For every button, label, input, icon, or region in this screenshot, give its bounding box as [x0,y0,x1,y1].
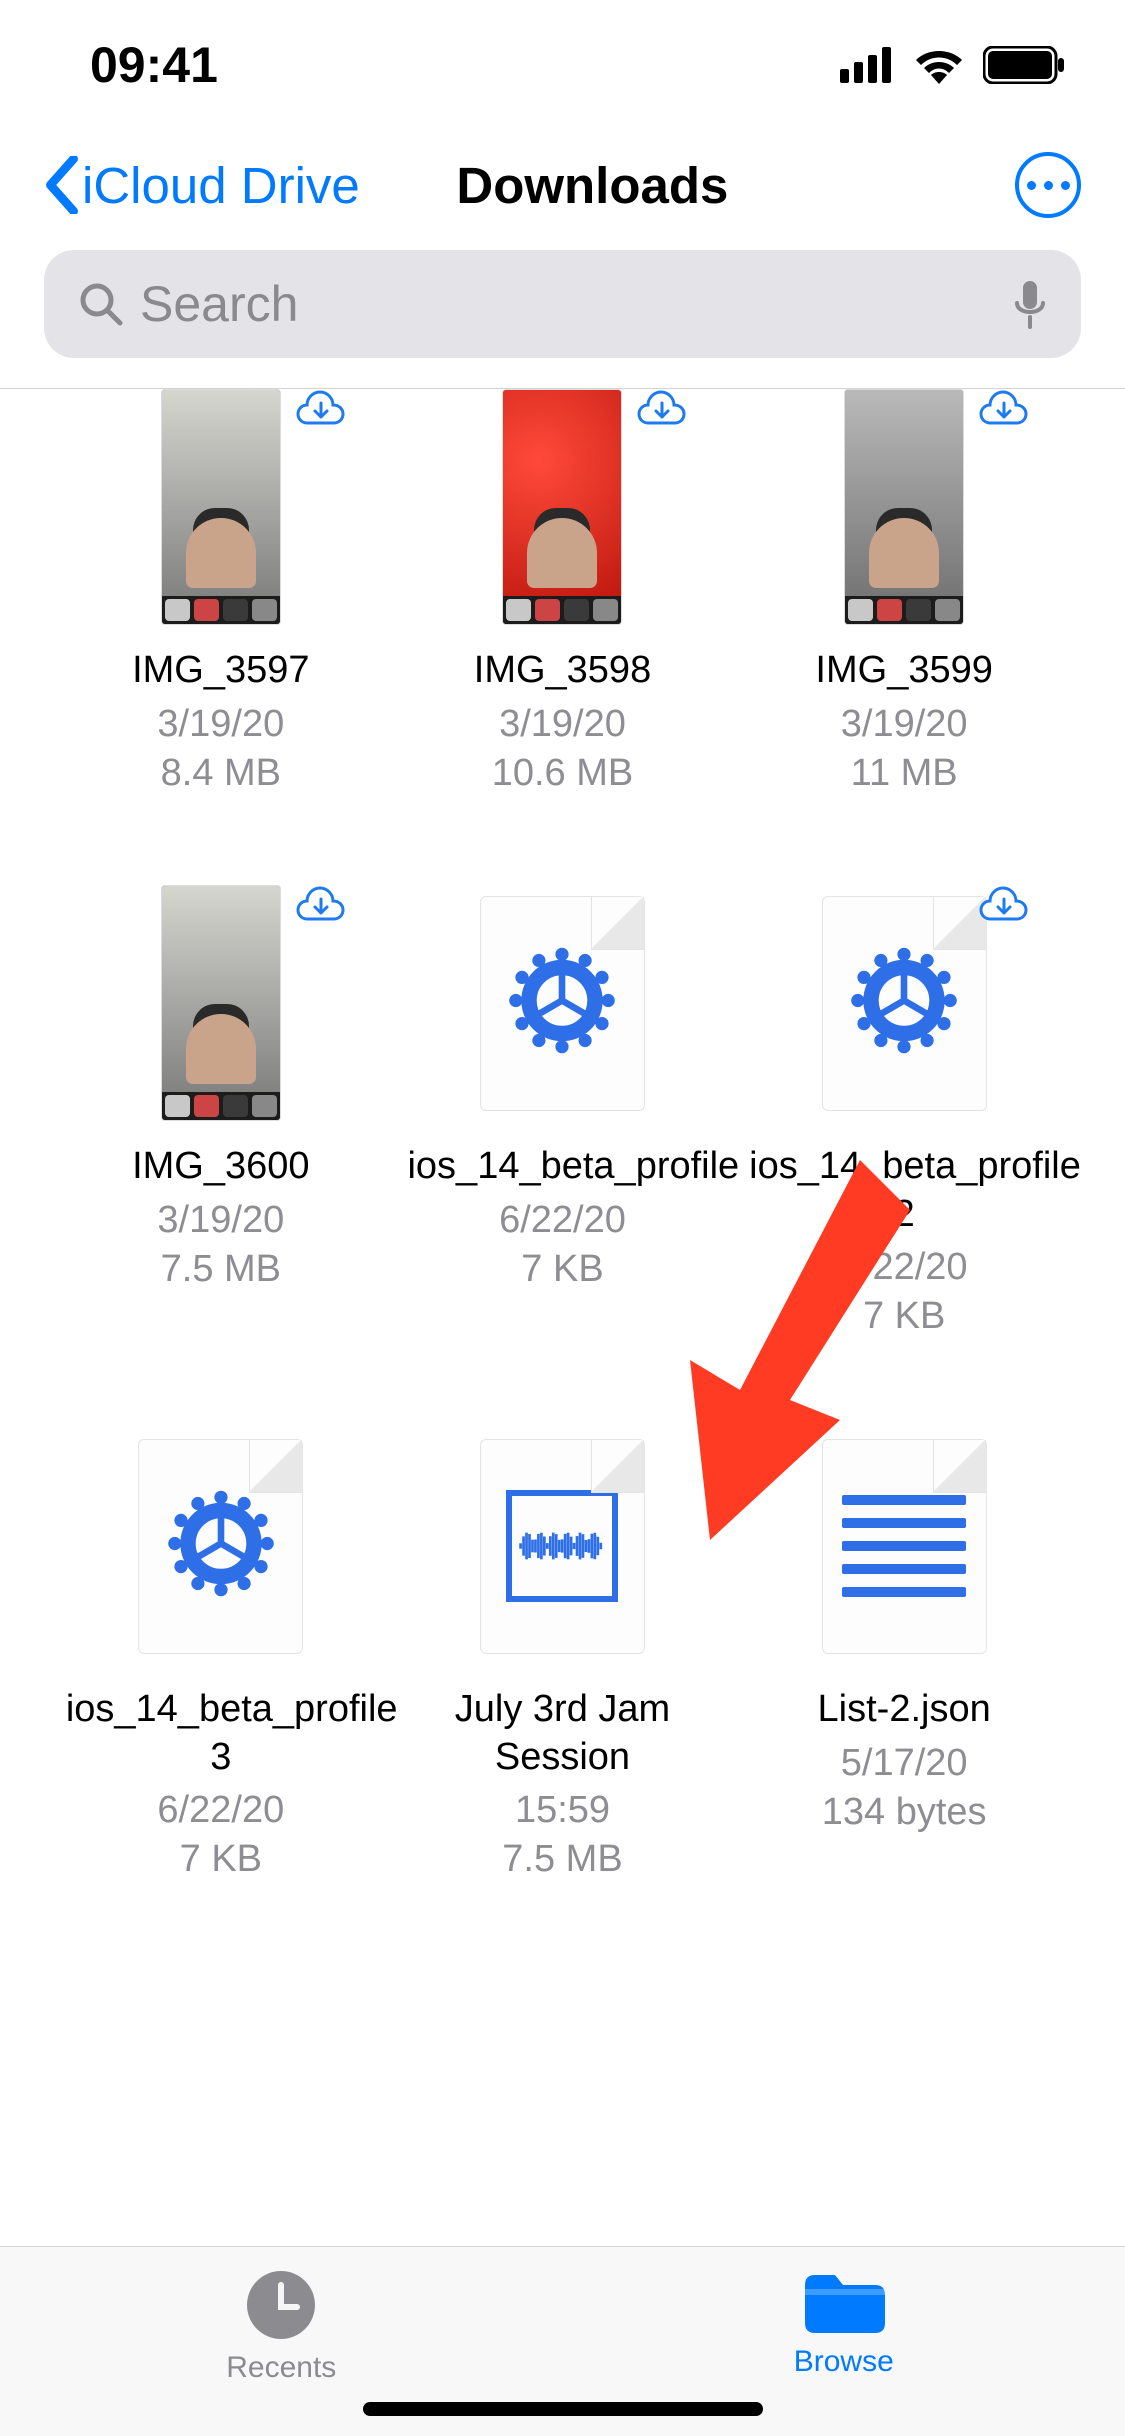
cloud-download-icon [978,389,1030,435]
search-icon [78,281,124,327]
file-thumbnail [103,885,339,1121]
file-name: ios_14_beta_profile 2 [749,1143,1059,1238]
gear-icon [166,1489,276,1604]
file-name: ios_14_beta_profile 3 [66,1686,376,1781]
document-thumbnail [822,896,987,1111]
file-size: 11 MB [851,752,958,795]
file-size: 7 KB [180,1838,262,1881]
file-thumbnail [444,1428,680,1664]
file-name: ios_14_beta_profile [407,1143,717,1191]
file-date: 15:59 [515,1789,610,1832]
photo-thumbnail [161,885,281,1121]
waveform-icon [506,1490,618,1602]
file-name: List-2.json [818,1686,991,1734]
file-date: 3/19/20 [841,703,968,746]
document-thumbnail [822,1439,987,1654]
file-size: 7.5 MB [502,1838,622,1881]
status-right [840,46,1065,84]
file-thumbnail [786,885,1022,1121]
search-wrap [0,240,1125,388]
file-date: 3/19/20 [499,703,626,746]
document-thumbnail [138,1439,303,1654]
file-date: 3/19/20 [157,703,284,746]
file-thumbnail [103,389,339,625]
more-button[interactable] [1015,152,1081,218]
cloud-download-icon [295,879,347,931]
file-date: 5/17/20 [841,1742,968,1785]
file-size: 7 KB [863,1295,945,1338]
file-item[interactable]: IMG_3598 3/19/20 10.6 MB [392,389,734,795]
text-lines-icon [842,1495,966,1597]
photo-thumbnail [502,389,622,625]
document-thumbnail [480,896,645,1111]
file-size: 10.6 MB [492,752,634,795]
file-item[interactable]: ios_14_beta_profile 3 6/22/20 7 KB [50,1428,392,1881]
file-name: IMG_3597 [132,647,309,695]
file-name: July 3rd Jam Session [407,1686,717,1781]
search-field[interactable] [44,250,1081,358]
cloud-download-icon [978,879,1030,931]
file-size: 7 KB [521,1248,603,1291]
mic-icon[interactable] [1013,279,1047,329]
file-thumbnail [786,389,1022,625]
gear-icon [849,946,959,1061]
file-item[interactable]: IMG_3600 3/19/20 7.5 MB [50,885,392,1338]
file-item[interactable]: IMG_3599 3/19/20 11 MB [733,389,1075,795]
file-item[interactable]: IMG_3597 3/19/20 8.4 MB [50,389,392,795]
cellular-icon [840,47,895,83]
battery-icon [983,46,1065,84]
file-date: 6/22/20 [841,1246,968,1289]
file-item[interactable]: List-2.json 5/17/20 134 bytes [733,1428,1075,1881]
file-date: 3/19/20 [157,1199,284,1242]
files-grid-scroll[interactable]: IMG_3597 3/19/20 8.4 MB IMG_3598 3/19/20 10.6… [0,389,1125,2189]
folder-icon [801,2269,887,2335]
file-thumbnail [103,1428,339,1664]
file-item[interactable]: ios_14_beta_profile 2 6/22/20 7 KB [733,885,1075,1338]
file-name: IMG_3600 [132,1143,309,1191]
file-name: IMG_3599 [815,647,992,695]
file-date: 6/22/20 [157,1789,284,1832]
file-item[interactable]: July 3rd Jam Session 15:59 7.5 MB [392,1428,734,1881]
file-size: 134 bytes [822,1791,987,1834]
wifi-icon [913,46,965,84]
file-size: 8.4 MB [161,752,281,795]
nav-header: iCloud Drive Downloads [0,130,1125,240]
files-grid: IMG_3597 3/19/20 8.4 MB IMG_3598 3/19/20 10.6… [0,389,1125,1881]
file-item[interactable]: ios_14_beta_profile 6/22/20 7 KB [392,885,734,1338]
file-thumbnail [444,389,680,625]
search-input[interactable] [140,275,997,333]
file-date: 6/22/20 [499,1199,626,1242]
page-title: Downloads [170,156,1015,215]
home-indicator[interactable] [363,2402,763,2416]
tab-label: Recents [226,2351,336,2385]
document-thumbnail [480,1439,645,1654]
chevron-left-icon [44,156,80,214]
photo-thumbnail [844,389,964,625]
cloud-download-icon [636,389,688,435]
status-bar: 09:41 [0,0,1125,130]
file-thumbnail [444,885,680,1121]
photo-thumbnail [161,389,281,625]
cloud-download-icon [295,389,347,435]
file-name: IMG_3598 [474,647,651,695]
tab-label: Browse [794,2345,894,2379]
status-time: 09:41 [90,36,218,94]
file-size: 7.5 MB [161,1248,281,1291]
file-thumbnail [786,1428,1022,1664]
ellipsis-icon [1027,181,1070,190]
gear-icon [507,946,617,1061]
clock-icon [245,2269,317,2341]
